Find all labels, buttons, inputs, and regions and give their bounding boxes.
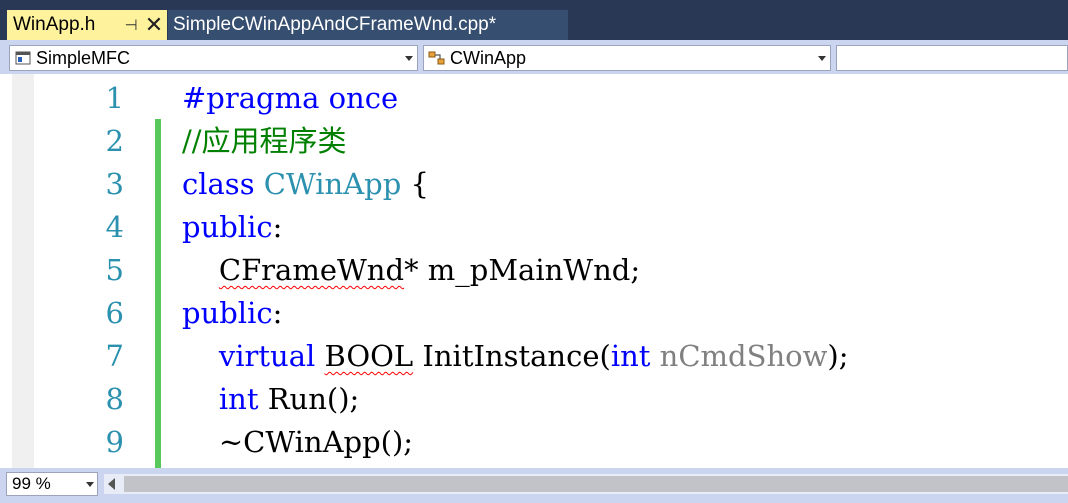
line-number: 9 (105, 425, 124, 459)
chevron-down-icon[interactable] (814, 55, 830, 61)
code-text[interactable]: ~CWinApp(); (182, 421, 413, 464)
line-number: 8 (105, 382, 124, 416)
line-number: 2 (105, 124, 124, 158)
code-token: { (401, 167, 429, 201)
navigation-bar: SimpleMFC CWinApp (0, 40, 1068, 74)
chevron-down-icon[interactable] (83, 481, 97, 487)
tab-strip: WinApp.h ⊣ ✕ SimpleCWinAppAndCFrameWnd.c… (0, 0, 1068, 40)
class-dropdown-value: CWinApp (450, 47, 527, 68)
tab-winapp-h[interactable]: WinApp.h ⊣ ✕ (7, 10, 167, 40)
code-token: nCmdShow (659, 339, 828, 373)
code-line[interactable]: 9 ~CWinApp(); (0, 421, 1068, 464)
project-dropdown[interactable]: SimpleMFC (9, 45, 418, 71)
editor-bottom-bar: 99 % (0, 468, 1068, 503)
pin-icon[interactable]: ⊣ (121, 16, 141, 34)
line-number: 4 (105, 210, 124, 244)
class-dropdown[interactable]: CWinApp (423, 45, 831, 71)
code-token: virtual (218, 339, 316, 373)
code-line[interactable]: 7 virtual BOOL InitInstance(int nCmdShow… (0, 335, 1068, 378)
code-token: ~CWinApp(); (182, 425, 414, 459)
code-line[interactable]: 6 public: (0, 292, 1068, 335)
horizontal-scrollbar[interactable] (104, 474, 1068, 494)
code-line[interactable]: 1 #pragma once (0, 77, 1068, 120)
code-token: : (272, 210, 283, 244)
code-token: //应用程序类 (182, 124, 347, 158)
code-text[interactable]: //应用程序类 (182, 120, 347, 163)
project-dropdown-value: SimpleMFC (36, 47, 131, 68)
code-token: public (182, 210, 273, 244)
code-text[interactable]: class CWinApp { (182, 163, 429, 206)
line-number: 5 (105, 253, 124, 287)
code-token: : (272, 296, 283, 330)
line-number: 7 (105, 339, 124, 373)
code-token: Run(); (258, 382, 360, 416)
zoom-dropdown[interactable]: 99 % (6, 472, 98, 496)
code-text[interactable]: #pragma once (182, 77, 398, 120)
code-editor[interactable]: 1 #pragma once 2//应用程序类 3 class CWinApp {4 pu… (0, 74, 1068, 468)
tab-label: WinApp.h (13, 14, 96, 35)
code-line[interactable]: 5 CFrameWnd* m_pMainWnd; (0, 249, 1068, 292)
member-dropdown[interactable] (836, 45, 1068, 71)
code-text[interactable]: CFrameWnd* m_pMainWnd; (182, 249, 640, 292)
code-line[interactable]: 2 //应用程序类 (0, 120, 1068, 163)
code-text[interactable]: int Run(); (182, 378, 359, 421)
class-icon (424, 50, 450, 66)
code-line[interactable]: 8 int Run(); (0, 378, 1068, 421)
line-number: 6 (105, 296, 124, 330)
code-token: class (182, 167, 264, 201)
code-token: CWinApp (263, 167, 402, 201)
line-number: 1 (105, 81, 124, 115)
code-token: public (182, 296, 273, 330)
code-token: CFrameWnd (218, 253, 405, 287)
project-icon (10, 50, 36, 66)
code-token: ); (827, 339, 849, 373)
code-token: int (218, 382, 259, 416)
code-token: * m_pMainWnd; (404, 253, 641, 287)
code-token: BOOL (324, 339, 414, 373)
code-text[interactable]: public: (182, 292, 282, 335)
code-text[interactable]: virtual BOOL InitInstance(int nCmdShow); (182, 335, 849, 378)
close-icon[interactable]: ✕ (141, 12, 167, 38)
code-token: int (610, 339, 651, 373)
chevron-down-icon[interactable] (401, 55, 417, 61)
code-text[interactable]: public: (182, 206, 282, 249)
scroll-left-icon[interactable] (108, 478, 115, 490)
line-number: 3 (105, 167, 124, 201)
code-token: #pragma once (182, 81, 399, 115)
code-token: InitInstance( (413, 339, 611, 373)
tab-label: SimpleCWinAppAndCFrameWnd.cpp* (173, 14, 497, 35)
zoom-level: 99 % (12, 474, 51, 493)
code-line[interactable]: 4 public: (0, 206, 1068, 249)
tab-simplecwinappandcframewnd-cpp[interactable]: SimpleCWinAppAndCFrameWnd.cpp* (168, 10, 568, 40)
code-line[interactable]: 3 class CWinApp { (0, 163, 1068, 206)
scrollbar-thumb[interactable] (124, 476, 1068, 492)
